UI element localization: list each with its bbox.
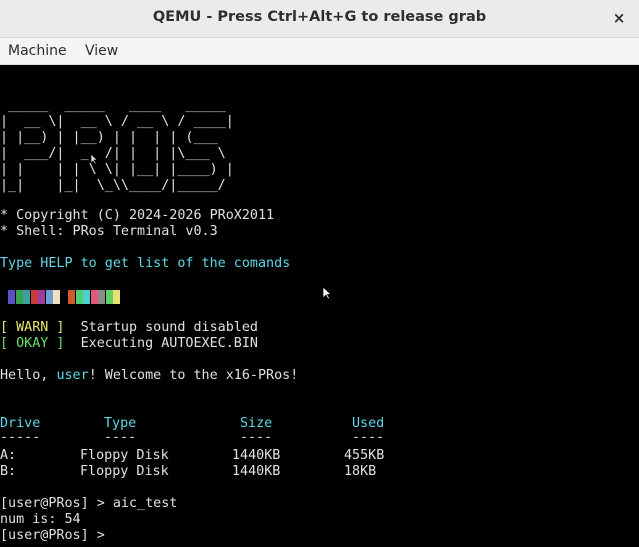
close-button[interactable]: × (609, 8, 629, 28)
table-cell: 455KB (344, 448, 385, 463)
table-cell: B: (0, 464, 17, 479)
vm-screen[interactable]: _____ _____ ____ _____ | __ \| __ \ / __… (0, 66, 639, 547)
copyright-line: * Copyright (C) 2024-2026 PRoX2011 (0, 208, 275, 223)
palette-swatch (45, 290, 53, 304)
palette-swatch (83, 290, 90, 304)
shell-line: * Shell: PRos Terminal v0.3 (0, 224, 218, 239)
hello-prefix: Hello, (0, 368, 57, 383)
logo-line: |_| |_| \_\\____/|_____/ (0, 178, 234, 193)
mouse-pointer-icon (322, 286, 332, 300)
table-sep: ---- (240, 430, 273, 445)
text-cursor-icon (90, 153, 98, 165)
palette-swatch (105, 290, 113, 304)
palette-swatch (68, 290, 75, 304)
table-sep: ---- (352, 430, 385, 445)
help-hint: Type HELP to get list of the comands (0, 256, 291, 271)
palette-swatch (60, 290, 68, 304)
palette-swatch (8, 290, 15, 304)
table-cell: Floppy Disk (80, 464, 169, 479)
table-cell: 1440KB (232, 464, 281, 479)
table-sep: ---- (104, 430, 137, 445)
logo-line: | |__) | |__) | | | | (___ (0, 130, 234, 145)
menu-view[interactable]: View (85, 43, 118, 59)
hello-suffix: ! Welcome to the x16-PRos! (88, 368, 299, 383)
menu-machine[interactable]: Machine (8, 43, 67, 59)
output-line: num is: 54 (0, 512, 81, 527)
window-title: QEMU - Press Ctrl+Alt+G to release grab (152, 9, 487, 25)
palette-swatch (15, 290, 23, 304)
prompt-line: [user@PRos] > aic_test (0, 496, 178, 511)
logo-line: | | | | \ \| |__| |____) | (0, 162, 234, 177)
palette-swatch (23, 290, 30, 304)
palette-swatch (98, 290, 105, 304)
okay-line: [ OKAY ] Executing AUTOEXEC.BIN (0, 336, 258, 352)
okay-message: Executing AUTOEXEC.BIN (80, 336, 258, 351)
hello-line: Hello, user! Welcome to the x16-PRos! (0, 368, 298, 384)
palette-swatch (113, 290, 120, 304)
table-cell: 1440KB (232, 448, 281, 463)
table-cell: 18KB (344, 464, 377, 479)
color-palette (8, 290, 120, 304)
warn-line: [ WARN ] Startup sound disabled (0, 320, 258, 336)
table-sep: ----- (0, 430, 41, 445)
window-titlebar[interactable]: QEMU - Press Ctrl+Alt+G to release grab … (0, 0, 639, 38)
palette-swatch (75, 290, 83, 304)
hello-user: user (56, 368, 89, 383)
okay-tag: [ OKAY ] (0, 336, 65, 351)
menu-bar: Machine View (0, 38, 639, 65)
palette-swatch (53, 290, 60, 304)
palette-swatch (38, 290, 45, 304)
table-cell: Floppy Disk (80, 448, 169, 463)
warn-message: Startup sound disabled (80, 320, 258, 335)
logo-line: _____ _____ ____ _____ (0, 98, 234, 113)
logo-line: | ___/| _ /| | | |\___ \ (0, 146, 234, 161)
table-cell: A: (0, 448, 17, 463)
warn-tag: [ WARN ] (0, 320, 65, 335)
logo-line: | __ \| __ \ / __ \ / ____| (0, 114, 234, 129)
palette-swatch (90, 290, 98, 304)
palette-swatch (30, 290, 38, 304)
prompt-line: [user@PRos] > (0, 528, 113, 543)
